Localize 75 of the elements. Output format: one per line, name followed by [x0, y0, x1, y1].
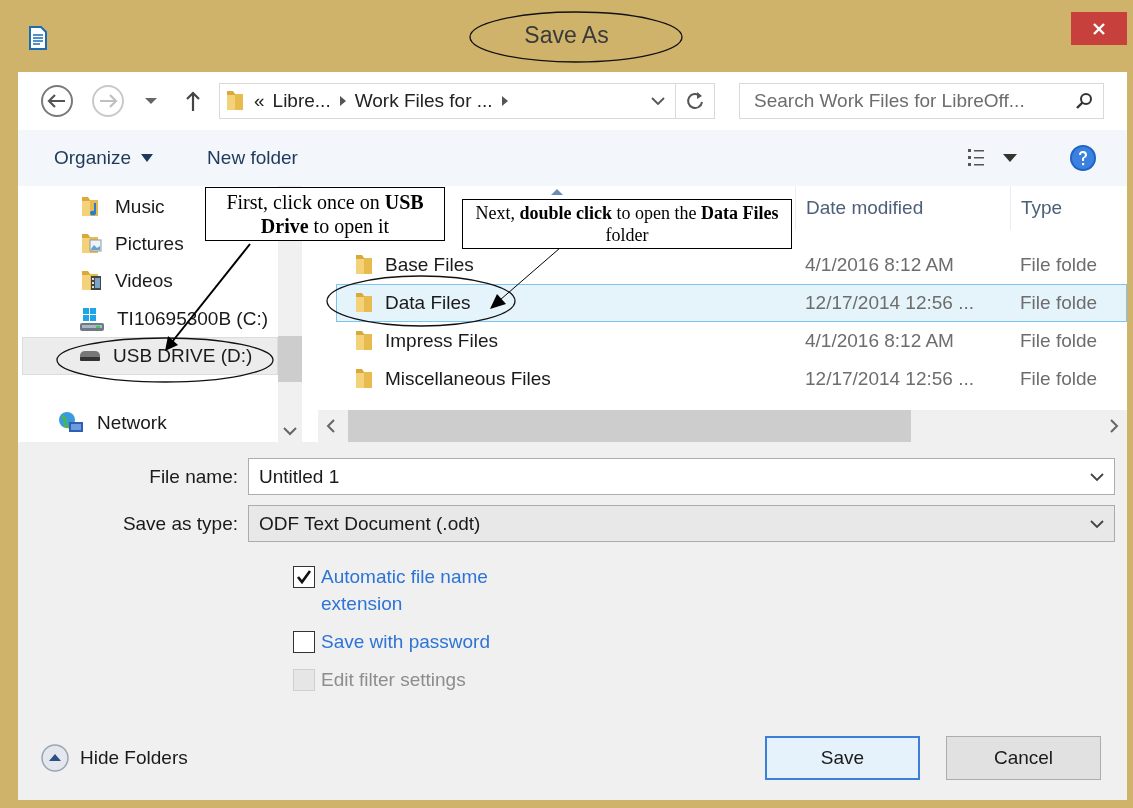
organize-menu[interactable]: Organize — [54, 147, 154, 169]
up-arrow-icon — [185, 90, 201, 112]
date-cell-text: 12/17/2014 12:56 ... — [804, 292, 976, 314]
nav-item[interactable]: Music — [22, 188, 174, 226]
checkbox-label[interactable]: Automatic file name extension — [321, 563, 526, 617]
checkbox[interactable] — [293, 566, 315, 588]
nav-item[interactable]: Network — [22, 404, 176, 442]
dropdown-chevron-icon[interactable] — [651, 96, 665, 106]
caret-icon — [145, 97, 157, 105]
file-name: Data Files — [385, 292, 471, 314]
date-cell-text: 4/1/2016 8:12 AM — [804, 330, 955, 352]
pointer-arrow — [490, 247, 561, 309]
file-name: Base Files — [385, 254, 474, 276]
windows-drive-icon — [79, 305, 105, 332]
hide-folders-button[interactable]: Hide Folders — [40, 743, 188, 773]
type-cell-text: File folde — [1019, 368, 1098, 390]
callout-note: Next, double click to open the Data Files folder — [462, 199, 792, 249]
callout-note: First, click once on USB Drive to open it — [205, 187, 445, 241]
type-cell-text: File folde — [1019, 330, 1098, 352]
address-bar[interactable]: « Libre... Work Files for ... — [219, 83, 715, 119]
scrollbar-thumb[interactable] — [348, 410, 911, 442]
file-row[interactable]: Impress Files 4/1/2016 8:12 AM File folde — [336, 322, 1127, 360]
scroll-right-icon[interactable] — [1109, 419, 1119, 433]
dialog-button[interactable]: Cancel — [946, 736, 1101, 780]
dropdown-chevron-icon — [1090, 518, 1104, 529]
search-field[interactable]: Search Work Files for LibreOff... — [739, 83, 1104, 119]
file-row[interactable]: Data Files 12/17/2014 12:56 ... File folde — [336, 284, 1127, 322]
overflow-chevrons[interactable]: « — [254, 90, 265, 112]
breadcrumb-segment[interactable]: Libre... — [272, 90, 331, 112]
close-icon — [1092, 21, 1106, 36]
dialog-button[interactable]: Save — [765, 736, 920, 780]
nav-item[interactable]: Videos — [22, 262, 182, 300]
breadcrumb-arrow-icon — [338, 95, 347, 107]
close-button[interactable] — [1071, 12, 1127, 45]
dropdown-chevron-icon — [1090, 471, 1104, 482]
caret-icon — [1003, 154, 1017, 162]
file-row[interactable]: Base Files 4/1/2016 8:12 AM File folde — [336, 246, 1127, 284]
nav-item[interactable]: Pictures — [22, 225, 193, 263]
checkmark-icon — [296, 569, 312, 585]
scroll-down-icon[interactable] — [283, 426, 297, 436]
collapse-up-icon — [40, 743, 70, 773]
window-title: Save As — [524, 21, 609, 49]
type-cell-text: File folde — [1019, 292, 1098, 314]
file-name-field[interactable]: Untitled 1 — [248, 458, 1115, 495]
field-label: Save as type: — [121, 512, 238, 535]
column-header[interactable]: Type — [1010, 186, 1127, 230]
usb-drive-icon — [79, 350, 101, 362]
breadcrumb-arrow-icon — [500, 95, 509, 107]
help-icon — [1069, 144, 1097, 172]
back-button[interactable] — [40, 84, 74, 118]
caret-icon — [141, 154, 154, 162]
refresh-icon[interactable] — [686, 91, 704, 111]
sort-arrow-icon[interactable] — [550, 188, 563, 195]
search-icon — [1075, 92, 1093, 110]
date-cell-text: 12/17/2014 12:56 ... — [804, 368, 976, 390]
breadcrumb-segment[interactable]: Work Files for ... — [354, 90, 493, 112]
view-options-button[interactable] — [967, 147, 1017, 169]
up-button[interactable] — [185, 90, 201, 112]
file-type-dropdown[interactable]: ODF Text Document (.odt) — [248, 505, 1115, 542]
nav-item[interactable]: USB DRIVE (D:) — [22, 337, 278, 375]
checkbox-label[interactable]: Save with password — [321, 628, 526, 655]
new-folder-button[interactable]: New folder — [207, 147, 298, 169]
recent-locations-button[interactable] — [145, 97, 157, 105]
field-label: File name: — [148, 465, 238, 488]
scroll-left-icon[interactable] — [326, 419, 336, 433]
scrollbar-thumb[interactable] — [278, 336, 302, 382]
column-header[interactable]: Date modified — [795, 186, 1010, 230]
type-cell-text: File folde — [1019, 254, 1098, 276]
file-row[interactable]: Miscellaneous Files 12/17/2014 12:56 ... File folde — [336, 360, 1127, 398]
date-cell-text: 4/1/2016 8:12 AM — [804, 254, 955, 276]
file-name: Miscellaneous Files — [385, 368, 551, 390]
checkbox[interactable] — [293, 631, 315, 653]
document-icon — [28, 26, 48, 50]
help-button[interactable] — [1069, 144, 1097, 172]
file-name: Impress Files — [385, 330, 498, 352]
